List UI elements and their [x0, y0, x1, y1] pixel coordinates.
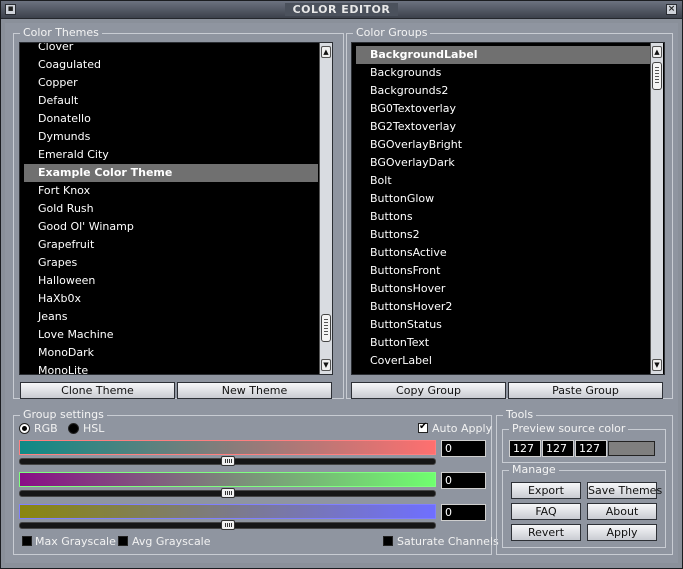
- list-item[interactable]: Gold Rush: [24, 200, 318, 218]
- editor-body: Color Themes Clover Coagulated Copper Defau…: [5, 23, 678, 563]
- color-themes-legend: Color Themes: [20, 26, 102, 40]
- title-bar[interactable]: ▪ COLOR EDITOR ×: [1, 1, 682, 19]
- hsl-label: HSL: [83, 422, 105, 435]
- list-item[interactable]: ButtonsFront: [356, 262, 650, 280]
- preview-source-legend: Preview source color: [509, 422, 629, 436]
- list-item[interactable]: BGOverlayDark: [356, 154, 650, 172]
- close-icon[interactable]: ×: [666, 4, 677, 15]
- export-button[interactable]: Export: [511, 482, 581, 499]
- scroll-thumb[interactable]: [321, 314, 331, 342]
- preview-b-field[interactable]: 127: [575, 440, 607, 457]
- list-item[interactable]: HaXb0x: [24, 290, 318, 308]
- hsl-radio[interactable]: [68, 423, 79, 434]
- paste-group-button[interactable]: Paste Group: [508, 382, 663, 399]
- list-item[interactable]: Default: [24, 92, 318, 110]
- avg-grayscale-checkbox[interactable]: [118, 536, 128, 546]
- list-item[interactable]: Coagulated: [24, 56, 318, 74]
- color-groups-legend: Color Groups: [353, 26, 431, 40]
- color-gradient-bar: [19, 472, 436, 487]
- rgb-label: RGB: [34, 422, 58, 435]
- save-themes-button[interactable]: Save Themes: [587, 482, 662, 499]
- list-item[interactable]: CoverLabel: [356, 352, 650, 370]
- list-item[interactable]: Halloween: [24, 272, 318, 290]
- new-theme-button[interactable]: New Theme: [177, 382, 332, 399]
- list-item[interactable]: MonoDark: [24, 344, 318, 362]
- scroll-up-icon[interactable]: ▲: [321, 46, 331, 58]
- themes-scrollbar[interactable]: ▲ ▼: [319, 43, 332, 374]
- list-item[interactable]: Good Ol' Winamp: [24, 218, 318, 236]
- scroll-up-icon[interactable]: ▲: [652, 46, 662, 58]
- list-item[interactable]: Copper: [24, 74, 318, 92]
- list-item[interactable]: ButtonsHover: [356, 280, 650, 298]
- color-gradient-bar: [19, 440, 436, 455]
- list-item[interactable]: Grapes: [24, 254, 318, 272]
- list-item[interactable]: Buttons: [356, 208, 650, 226]
- list-item[interactable]: Love Machine: [24, 326, 318, 344]
- channel-value-field[interactable]: 0: [441, 440, 486, 457]
- slider-handle[interactable]: [220, 456, 235, 466]
- list-item[interactable]: Backgrounds: [356, 64, 650, 82]
- slider-handle[interactable]: [220, 520, 235, 530]
- scroll-down-icon[interactable]: ▼: [321, 359, 331, 371]
- list-item[interactable]: BackgroundLabel: [356, 46, 650, 64]
- preview-g-field[interactable]: 127: [542, 440, 574, 457]
- groups-scrollbar[interactable]: ▲ ▼: [650, 43, 663, 374]
- tools-legend: Tools: [503, 408, 537, 422]
- list-item[interactable]: ButtonStatus: [356, 316, 650, 334]
- manage-legend: Manage: [509, 463, 559, 477]
- list-item[interactable]: Emerald City: [24, 146, 318, 164]
- scroll-down-icon[interactable]: ▼: [652, 359, 662, 371]
- channel-value-field[interactable]: 0: [441, 472, 486, 489]
- auto-apply-label: Auto Apply: [432, 422, 493, 435]
- list-item[interactable]: ButtonText: [356, 334, 650, 352]
- about-button[interactable]: About: [587, 503, 657, 520]
- clone-theme-button[interactable]: Clone Theme: [20, 382, 175, 399]
- auto-apply-checkbox[interactable]: [418, 421, 428, 433]
- apply-button[interactable]: Apply: [587, 524, 657, 541]
- saturate-channels-checkbox[interactable]: [383, 536, 393, 546]
- list-item[interactable]: Display: [356, 370, 650, 374]
- window-title: COLOR EDITOR: [284, 3, 399, 16]
- list-item[interactable]: ButtonsActive: [356, 244, 650, 262]
- list-item[interactable]: Fort Knox: [24, 182, 318, 200]
- list-item[interactable]: ButtonGlow: [356, 190, 650, 208]
- avg-grayscale-label: Avg Grayscale: [132, 535, 211, 548]
- list-item[interactable]: BG0Textoverlay: [356, 100, 650, 118]
- copy-group-button[interactable]: Copy Group: [351, 382, 506, 399]
- list-item[interactable]: Backgrounds2: [356, 82, 650, 100]
- slider-handle[interactable]: [220, 488, 235, 498]
- list-item[interactable]: Bolt: [356, 172, 650, 190]
- list-item[interactable]: Buttons2: [356, 226, 650, 244]
- max-grayscale-checkbox[interactable]: [22, 536, 32, 546]
- list-item[interactable]: Dymunds: [24, 128, 318, 146]
- list-item[interactable]: BG2Textoverlay: [356, 118, 650, 136]
- list-item[interactable]: Donatello: [24, 110, 318, 128]
- list-item[interactable]: Jeans: [24, 308, 318, 326]
- color-groups-list[interactable]: BackgroundLabel Backgrounds Backgrounds2 BG…: [351, 42, 665, 375]
- preview-r-field[interactable]: 127: [509, 440, 541, 457]
- max-grayscale-label: Max Grayscale: [35, 535, 116, 548]
- list-item[interactable]: MonoLite: [24, 362, 318, 374]
- scroll-thumb[interactable]: [652, 62, 662, 90]
- channel-value-field[interactable]: 0: [441, 504, 486, 521]
- list-item[interactable]: BGOverlayBright: [356, 136, 650, 154]
- group-settings-legend: Group settings: [20, 408, 107, 422]
- revert-button[interactable]: Revert: [511, 524, 581, 541]
- faq-button[interactable]: FAQ: [511, 503, 581, 520]
- list-item[interactable]: Example Color Theme: [24, 164, 318, 182]
- rgb-radio[interactable]: [19, 423, 30, 434]
- color-gradient-bar: [19, 504, 436, 519]
- list-item[interactable]: Grapefruit: [24, 236, 318, 254]
- color-themes-list[interactable]: Clover Coagulated Copper Default Donatello Dy…: [19, 42, 333, 375]
- list-item[interactable]: ButtonsHover2: [356, 298, 650, 316]
- color-editor-window: ▪ COLOR EDITOR × Color Themes Clover Coag…: [0, 0, 683, 569]
- preview-swatch: [608, 441, 655, 456]
- saturate-channels-label: Saturate Channels: [397, 535, 499, 548]
- list-item[interactable]: Clover: [24, 43, 318, 56]
